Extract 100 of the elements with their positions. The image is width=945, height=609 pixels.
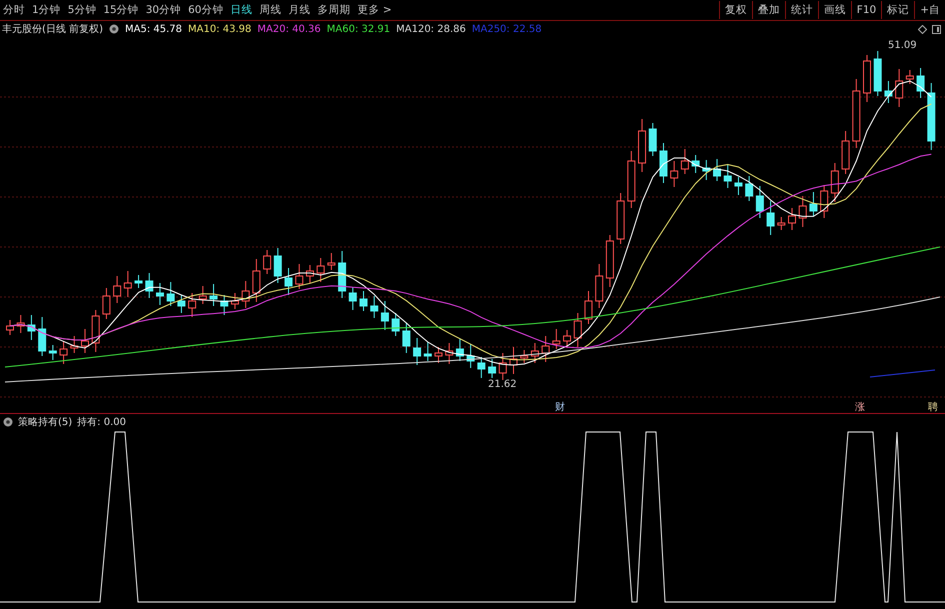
candlestick xyxy=(156,282,164,306)
candlestick xyxy=(724,164,732,188)
candlestick xyxy=(798,196,807,228)
candlestick xyxy=(27,314,36,340)
candlestick xyxy=(788,208,796,230)
candlestick xyxy=(424,342,432,362)
candlestick xyxy=(692,154,700,174)
indicator-reading: 持有: 0.00 xyxy=(77,416,126,429)
candlestick xyxy=(830,162,839,202)
candlestick xyxy=(113,276,122,304)
diamond-icon[interactable] xyxy=(918,24,927,34)
candlestick xyxy=(510,346,518,374)
candlestick xyxy=(488,358,496,378)
candlestick xyxy=(520,350,528,364)
period-tab[interactable]: 30分钟 xyxy=(146,3,182,17)
candlestick xyxy=(145,272,154,298)
settings-icon[interactable] xyxy=(3,417,13,427)
candlestick xyxy=(316,258,325,282)
event-marker: 财 xyxy=(555,402,565,413)
candlestick xyxy=(477,356,486,378)
price-label: 51.09 xyxy=(888,40,917,51)
candlestick xyxy=(306,264,314,284)
candlestick xyxy=(210,284,218,306)
period-tab[interactable]: 15分钟 xyxy=(103,3,139,17)
period-tab[interactable]: 周线 xyxy=(260,3,282,17)
candlestick xyxy=(552,328,560,350)
candlestick xyxy=(542,336,550,362)
period-tab[interactable]: 月线 xyxy=(288,3,310,17)
candlestick xyxy=(284,268,293,296)
candlestick xyxy=(380,300,389,330)
candlestick xyxy=(627,150,636,208)
candlestick xyxy=(102,288,110,320)
candlestick xyxy=(360,290,368,312)
candlestick xyxy=(263,250,272,274)
candlestick xyxy=(38,316,46,356)
indicator-title: 策略持有(5) xyxy=(18,416,72,429)
candlestick xyxy=(563,330,572,348)
candlestick xyxy=(638,118,646,172)
moving-average-value: MA120: 28.86 xyxy=(396,24,466,34)
candlestick xyxy=(584,290,592,324)
candlestick xyxy=(402,322,410,354)
candlestick xyxy=(648,122,657,156)
period-tab[interactable]: 分时 xyxy=(3,3,25,17)
settings-icon[interactable] xyxy=(108,24,119,34)
candlestick xyxy=(370,296,378,318)
candlestick xyxy=(595,264,604,308)
moving-average-value: MA20: 40.36 xyxy=(257,24,321,34)
period-tab[interactable]: 1分钟 xyxy=(32,3,61,17)
candlestick xyxy=(81,328,89,354)
candlestick xyxy=(734,176,742,196)
panel-icon[interactable] xyxy=(932,24,941,34)
candlestick xyxy=(60,340,68,364)
candlestick xyxy=(188,292,196,318)
candlestick xyxy=(445,342,454,364)
candlestick xyxy=(456,338,464,362)
candlestick xyxy=(863,54,871,102)
moving-average-value: MA10: 43.98 xyxy=(188,24,252,34)
candlestick xyxy=(70,336,78,354)
candlestick xyxy=(756,186,764,218)
candlestick xyxy=(616,192,625,244)
candlestick xyxy=(820,184,828,218)
candlestick xyxy=(884,80,892,104)
candlestick xyxy=(809,192,818,216)
candlestick xyxy=(134,274,143,288)
candlestick xyxy=(338,250,346,298)
price-label: 21.62 xyxy=(488,379,517,390)
period-tab[interactable]: 更多 > xyxy=(358,3,392,17)
period-tab[interactable]: 60分钟 xyxy=(188,3,224,17)
candlestick xyxy=(874,50,882,96)
candlestick xyxy=(895,68,904,108)
candlestick xyxy=(16,314,25,334)
candlestick xyxy=(498,352,507,380)
chart-title: 丰元股份(日线 前复权) xyxy=(2,22,103,36)
event-marker: 涨 xyxy=(855,402,865,413)
event-marker: 聘 xyxy=(928,402,938,413)
candlestick xyxy=(177,294,186,314)
period-tab[interactable]: 多周期 xyxy=(318,3,350,17)
candlestick xyxy=(392,312,400,336)
candlestick xyxy=(659,142,668,184)
moving-average-value: MA5: 45.78 xyxy=(124,24,182,34)
candlestick xyxy=(906,70,914,84)
candlestick xyxy=(702,160,710,180)
candlestick xyxy=(916,68,925,98)
candlestick xyxy=(124,270,132,298)
period-tab[interactable]: 5分钟 xyxy=(68,3,96,17)
candlestick xyxy=(852,78,860,148)
candlestick xyxy=(530,342,539,364)
candlestick xyxy=(327,252,336,270)
period-tab[interactable]: 日线 xyxy=(230,3,252,17)
candlestick xyxy=(198,286,207,304)
candlestick xyxy=(680,148,689,174)
candlestick xyxy=(670,160,678,188)
candlestick xyxy=(574,312,582,348)
candlestick xyxy=(348,286,357,310)
candlestick xyxy=(6,320,14,336)
candlestick xyxy=(252,258,260,302)
candlestick xyxy=(927,82,936,150)
candlestick xyxy=(166,282,175,306)
candlestick xyxy=(777,216,786,230)
candlestick xyxy=(274,248,282,284)
